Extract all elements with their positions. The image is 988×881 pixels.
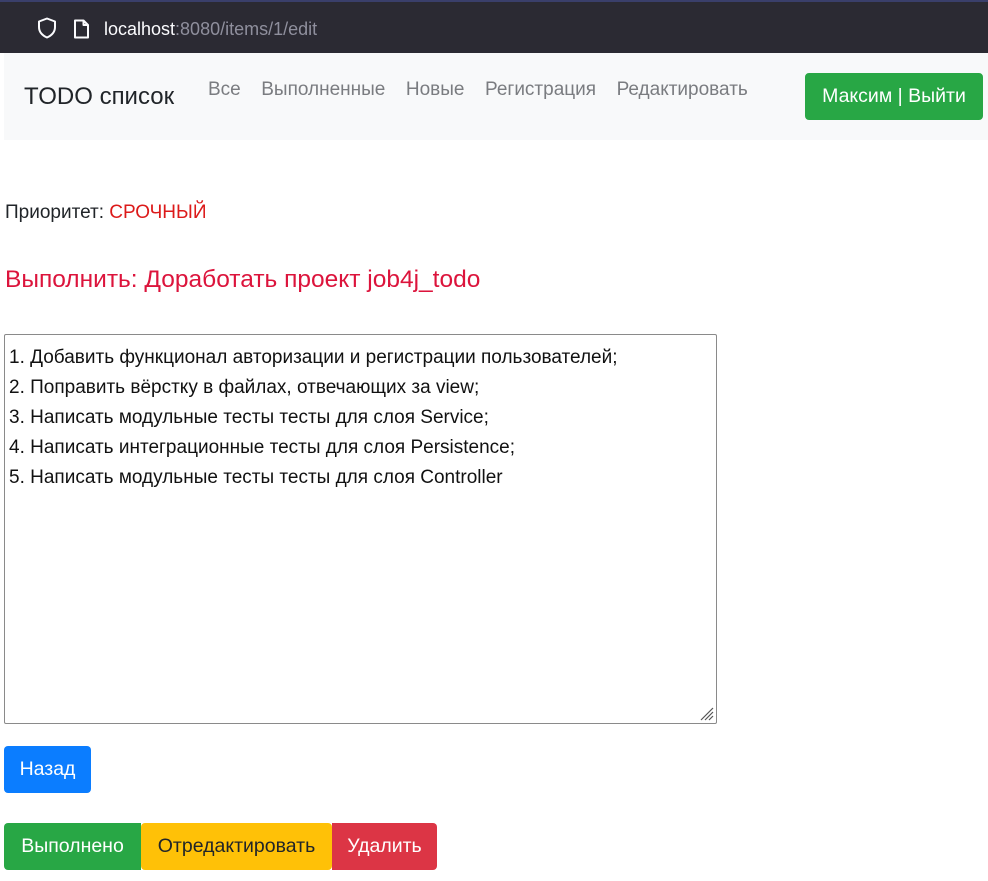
description-textarea[interactable]: 1. Добавить функционал авторизации и рег… [4,334,717,724]
description-line: 5. Написать модульные тесты тесты для сл… [9,467,503,488]
description-line: 2. Поправить вёрстку в файлах, отвечающи… [9,377,480,398]
resize-grip-icon[interactable] [698,705,714,721]
nav-link-edit[interactable]: Редактировать [617,79,748,101]
description-line: 3. Написать модульные тесты тесты для сл… [9,407,489,428]
url-host: localhost [104,19,176,39]
address-bar[interactable]: localhost:8080/items/1/edit [104,19,317,40]
back-button[interactable]: Назад [4,746,91,793]
description-line: 1. Добавить функционал авторизации и рег… [9,347,618,368]
mark-done-button[interactable]: Выполнено [4,823,141,870]
priority-value: СРОЧНЫЙ [109,202,207,223]
edit-button[interactable]: Отредактировать [141,823,332,870]
nav-links: Все Выполненные Новые Регистрация Редакт… [208,79,768,101]
nav-link-all[interactable]: Все [208,79,241,101]
navbar: TODO список Все Выполненные Новые Регист… [4,53,988,140]
user-logout-button[interactable]: Максим | Выйти [805,73,983,120]
task-title: Выполнить: Доработать проект job4j_todo [5,266,481,293]
page-icon [74,19,89,39]
priority-label: Приоритет: [5,202,104,223]
delete-button[interactable]: Удалить [332,823,437,870]
description-line: 4. Написать интеграционные тесты для сло… [9,437,516,458]
url-path: :8080/items/1/edit [175,19,318,39]
shield-icon[interactable] [37,17,57,39]
browser-toolbar: localhost:8080/items/1/edit [0,0,988,53]
navbar-brand[interactable]: TODO список [24,83,174,111]
nav-link-registration[interactable]: Регистрация [485,79,596,101]
nav-link-new[interactable]: Новые [406,79,465,101]
nav-link-done[interactable]: Выполненные [261,79,385,101]
priority-line: Приоритет: СРОЧНЫЙ [5,202,206,224]
